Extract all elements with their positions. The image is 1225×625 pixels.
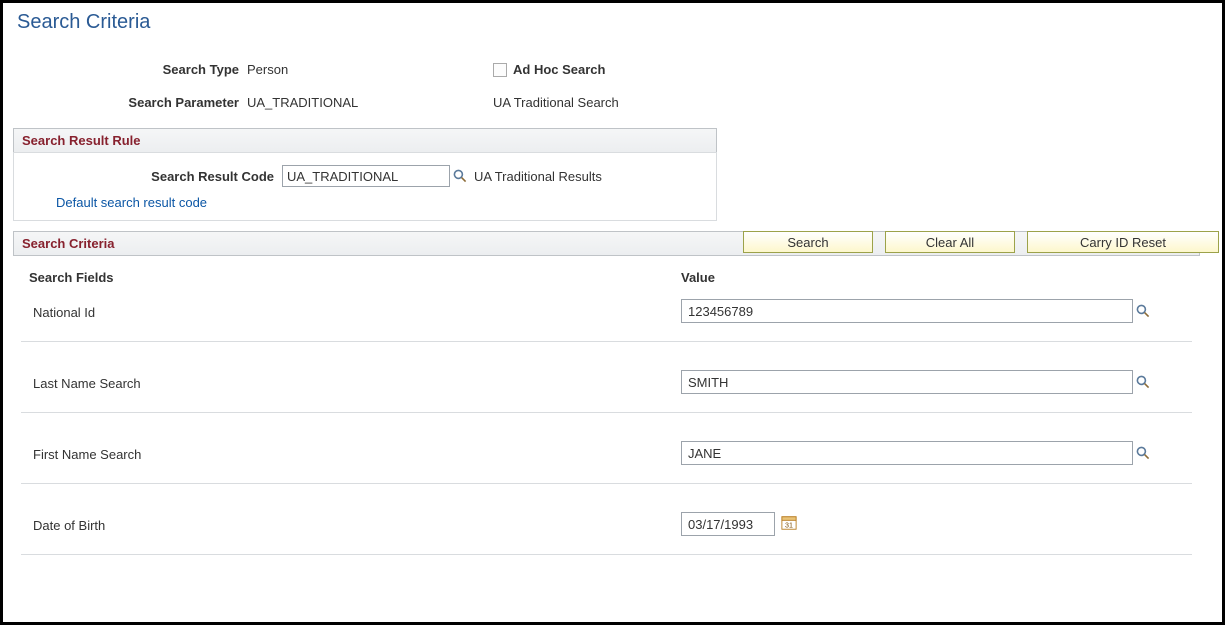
lookup-icon[interactable] [1133, 443, 1153, 463]
adhoc-label: Ad Hoc Search [513, 62, 605, 77]
lookup-icon[interactable] [1133, 372, 1153, 392]
lookup-icon[interactable] [450, 166, 470, 186]
result-code-desc: UA Traditional Results [474, 169, 602, 184]
search-type-value: Person [247, 62, 479, 77]
result-code-input[interactable] [282, 165, 450, 187]
calendar-icon[interactable]: 31 [781, 515, 799, 533]
criteria-field-label: Last Name Search [21, 370, 681, 391]
search-type-label: Search Type [21, 62, 247, 77]
col-header-value: Value [681, 270, 715, 285]
search-parameter-label: Search Parameter [21, 95, 247, 110]
national-id-input[interactable] [681, 299, 1133, 323]
criteria-row: National Id [21, 293, 1192, 342]
criteria-row: First Name Search [21, 413, 1192, 484]
action-buttons: Search Clear All Carry ID Reset [743, 231, 1219, 253]
criteria-row: Last Name Search [21, 342, 1192, 413]
date-of-birth-input[interactable] [681, 512, 775, 536]
criteria-section: Search Criteria Search Fields Value Nati… [13, 231, 1200, 555]
criteria-field-label: First Name Search [21, 441, 681, 462]
result-rule-section: Search Result Rule Search Result Code UA… [13, 128, 717, 221]
lookup-icon[interactable] [1133, 301, 1153, 321]
last-name-input[interactable] [681, 370, 1133, 394]
clear-all-button[interactable]: Clear All [885, 231, 1015, 253]
criteria-field-label: National Id [21, 299, 681, 320]
checkbox-icon[interactable] [493, 63, 507, 77]
criteria-row: Date of Birth 31 [21, 484, 1192, 555]
adhoc-search-checkbox[interactable]: Ad Hoc Search [493, 62, 605, 77]
default-search-result-link[interactable]: Default search result code [56, 195, 207, 210]
search-parameter-value: UA_TRADITIONAL [247, 95, 479, 110]
top-fields: Search Type Person Ad Hoc Search Search … [21, 62, 1212, 110]
search-button[interactable]: Search [743, 231, 873, 253]
first-name-input[interactable] [681, 441, 1133, 465]
criteria-field-label: Date of Birth [21, 512, 681, 533]
page-title: Search Criteria [17, 11, 1212, 34]
col-header-fields: Search Fields [21, 270, 681, 285]
carry-id-reset-button[interactable]: Carry ID Reset [1027, 231, 1219, 253]
result-code-label: Search Result Code [22, 169, 282, 184]
search-parameter-desc: UA Traditional Search [493, 95, 619, 110]
svg-text:31: 31 [785, 521, 793, 529]
result-rule-header: Search Result Rule [13, 128, 717, 152]
